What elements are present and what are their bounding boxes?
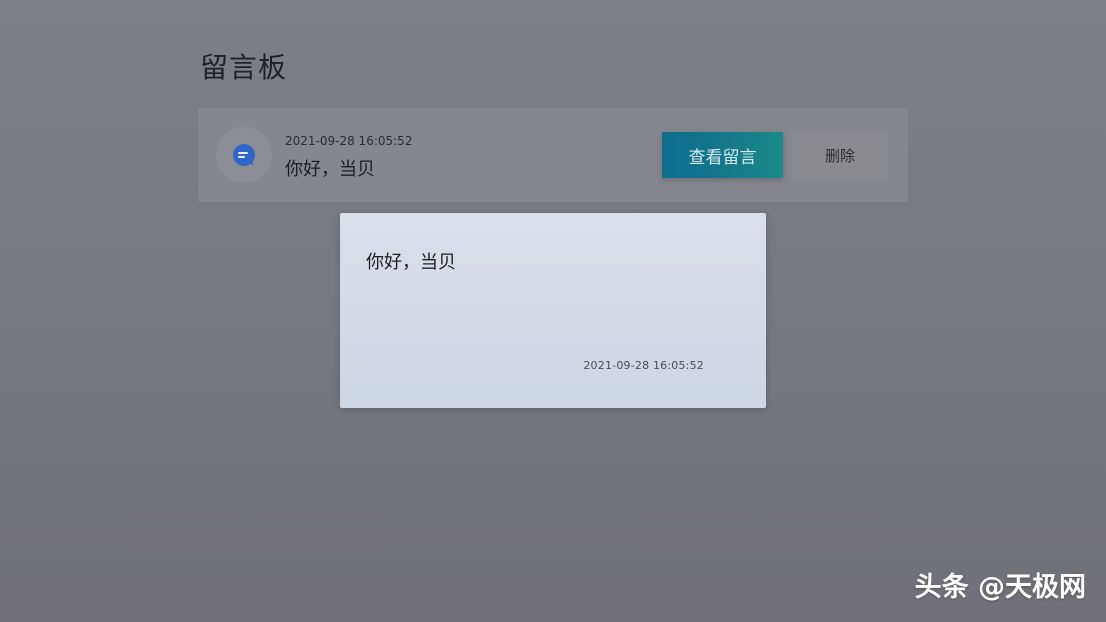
avatar xyxy=(216,127,272,183)
dialog-timestamp: 2021-09-28 16:05:52 xyxy=(583,359,704,372)
message-dialog: 你好，当贝 2021-09-28 16:05:52 xyxy=(340,213,766,408)
view-message-button[interactable]: 查看留言 xyxy=(662,132,783,178)
message-text: 你好，当贝 xyxy=(285,159,375,180)
watermark: 头条 @天极网 xyxy=(915,565,1086,604)
page-title: 留言板 xyxy=(200,51,288,84)
dialog-message-text: 你好，当贝 xyxy=(366,252,456,273)
delete-message-button[interactable]: 删除 xyxy=(792,132,888,178)
message-timestamp: 2021-09-28 16:05:52 xyxy=(285,134,413,148)
message-row: 2021-09-28 16:05:52 你好，当贝 查看留言 删除 xyxy=(198,108,908,202)
chat-bubble-icon xyxy=(233,144,255,166)
watermark-text: 头条 @天极网 xyxy=(914,572,1086,603)
